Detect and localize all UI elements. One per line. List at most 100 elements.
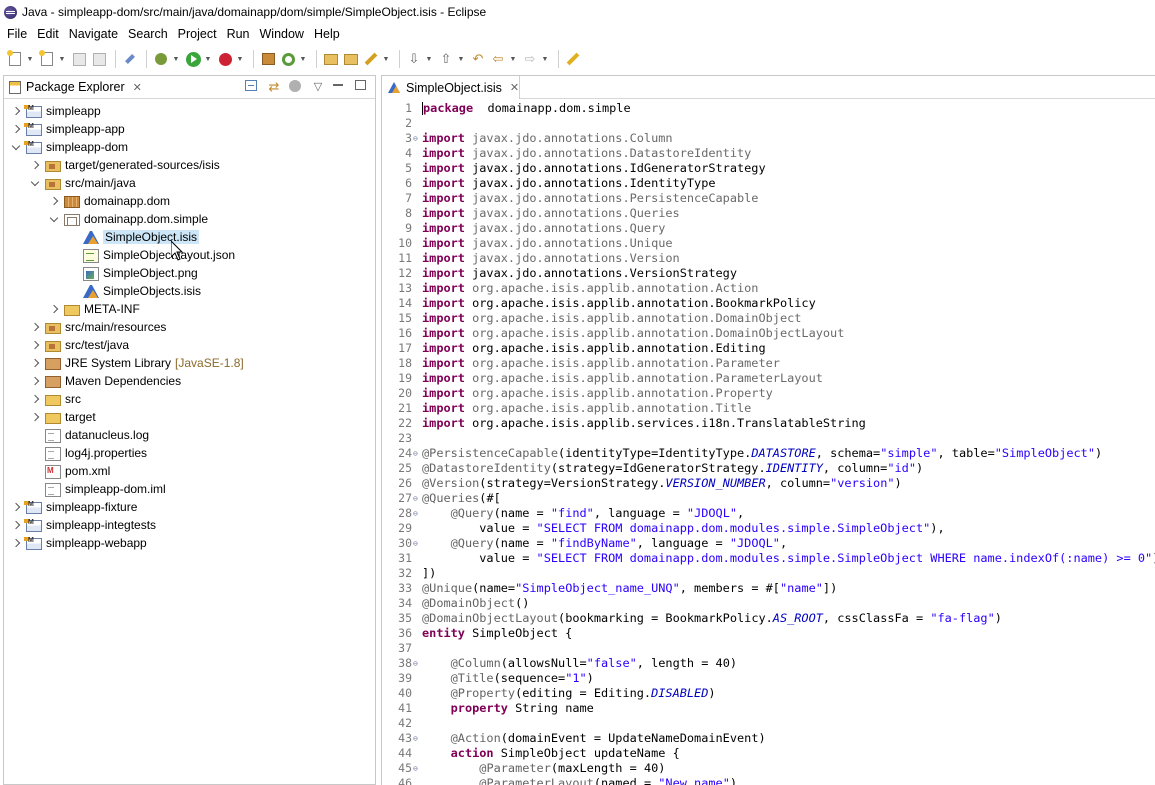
menu-edit[interactable]: Edit — [32, 27, 64, 41]
fold-toggle-icon[interactable]: ⊖ — [413, 731, 421, 746]
new-class-icon[interactable] — [279, 50, 297, 68]
tree-item[interactable]: simpleapp-integtests — [10, 516, 156, 534]
menu-help[interactable]: Help — [309, 27, 345, 41]
tree-item[interactable]: JRE System Library [JavaSE-1.8] — [29, 354, 244, 372]
tree-item[interactable]: target/generated-sources/isis — [29, 156, 220, 174]
new-dropdown-icon[interactable]: ▼ — [26, 56, 34, 63]
tree-item[interactable]: SimpleObject.layout.json — [67, 246, 235, 264]
collapsed-arrow-icon[interactable] — [29, 408, 41, 426]
collapsed-arrow-icon[interactable] — [10, 498, 22, 516]
previous-annotation-dropdown-icon[interactable]: ▼ — [457, 56, 465, 63]
skip-breakpoints-icon[interactable] — [121, 50, 139, 68]
expanded-arrow-icon[interactable] — [48, 210, 60, 228]
save-all-icon[interactable] — [90, 50, 108, 68]
search-dropdown-icon[interactable]: ▼ — [382, 56, 390, 63]
external-tools-dropdown-icon[interactable]: ▼ — [236, 56, 244, 63]
tree-item[interactable]: src/test/java — [29, 336, 129, 354]
debug-icon[interactable] — [152, 50, 170, 68]
run-icon[interactable] — [184, 50, 202, 68]
fold-toggle-icon[interactable]: ⊖ — [413, 491, 421, 506]
close-icon[interactable]: ✕ — [510, 81, 519, 94]
collapsed-arrow-icon[interactable] — [29, 354, 41, 372]
code-editor[interactable]: 1 package domainapp.dom.simple 2 3 ⊖ import j… — [382, 101, 1155, 785]
next-annotation-dropdown-icon[interactable]: ▼ — [425, 56, 433, 63]
tree-item[interactable]: simpleapp-dom — [10, 138, 128, 156]
forward-icon[interactable]: ⇨ — [521, 50, 539, 68]
debug-dropdown-icon[interactable]: ▼ — [172, 56, 180, 63]
maximize-icon[interactable] — [355, 80, 369, 94]
last-edit-location-icon[interactable]: ↶ — [469, 50, 487, 68]
menu-run[interactable]: Run — [222, 27, 255, 41]
link-with-editor-icon[interactable]: ⇄ — [267, 80, 281, 94]
run-dropdown-icon[interactable]: ▼ — [204, 56, 212, 63]
fold-toggle-icon[interactable]: ⊖ — [413, 446, 421, 461]
new-icon[interactable] — [6, 50, 24, 68]
collapsed-arrow-icon[interactable] — [29, 156, 41, 174]
save-icon[interactable] — [70, 50, 88, 68]
menu-navigate[interactable]: Navigate — [64, 27, 123, 41]
expanded-arrow-icon[interactable] — [29, 174, 41, 192]
tree-item[interactable]: simpleapp-app — [10, 120, 125, 138]
collapsed-arrow-icon[interactable] — [10, 534, 22, 552]
tree-item[interactable]: Maven Dependencies — [29, 372, 181, 390]
tree-item[interactable]: domainapp.dom — [48, 192, 170, 210]
search-icon[interactable] — [362, 50, 380, 68]
open-type-icon[interactable] — [38, 50, 56, 68]
tree-item[interactable]: domainapp.dom.simple — [48, 210, 208, 228]
tree-item[interactable]: src/main/resources — [29, 318, 166, 336]
tab-package-explorer[interactable]: Package Explorer ✕ — [4, 76, 142, 99]
menu-file[interactable]: File — [2, 27, 32, 41]
open-dropdown-icon[interactable]: ▼ — [58, 56, 66, 63]
tree-item[interactable]: datanucleus.log — [29, 426, 149, 444]
tree-item[interactable]: src/main/java — [29, 174, 136, 192]
fold-toggle-icon[interactable]: ⊖ — [413, 131, 421, 146]
tree-item[interactable]: log4j.properties — [29, 444, 147, 462]
tree-item[interactable]: simpleapp — [10, 102, 101, 120]
tree-item[interactable]: simpleapp-fixture — [10, 498, 137, 516]
tree-item[interactable]: simpleapp-webapp — [10, 534, 147, 552]
collapsed-arrow-icon[interactable] — [10, 102, 22, 120]
tree-item[interactable]: target — [29, 408, 96, 426]
previous-annotation-icon[interactable]: ⇧ — [437, 50, 455, 68]
new-class-dropdown-icon[interactable]: ▼ — [299, 56, 307, 63]
next-annotation-icon[interactable]: ⇩ — [405, 50, 423, 68]
tree-item[interactable]: pom.xml — [29, 462, 110, 480]
tree-item[interactable]: META-INF — [48, 300, 140, 318]
tab-simpleobject-isis[interactable]: SimpleObject.isis ✕ — [382, 76, 520, 99]
new-package-icon[interactable] — [259, 50, 277, 68]
close-icon[interactable]: ✕ — [133, 81, 142, 94]
code-line: 39 @Title(sequence="1") — [382, 671, 1155, 686]
fold-toggle-icon[interactable]: ⊖ — [413, 761, 421, 776]
collapsed-arrow-icon[interactable] — [29, 318, 41, 336]
collapsed-arrow-icon[interactable] — [29, 372, 41, 390]
tree-item[interactable]: simpleapp-dom.iml — [29, 480, 166, 498]
expanded-arrow-icon[interactable] — [10, 138, 22, 156]
fold-toggle-icon[interactable]: ⊖ — [413, 536, 421, 551]
code-text: import javax.jdo.annotations.VersionStra… — [422, 266, 737, 281]
collapsed-arrow-icon[interactable] — [29, 390, 41, 408]
menu-search[interactable]: Search — [123, 27, 173, 41]
external-tools-icon[interactable] — [216, 50, 234, 68]
collapse-all-icon[interactable] — [245, 80, 259, 94]
collapsed-arrow-icon[interactable] — [10, 516, 22, 534]
filter-icon[interactable] — [289, 80, 303, 94]
menu-project[interactable]: Project — [173, 27, 222, 41]
menu-window[interactable]: Window — [255, 27, 309, 41]
forward-dropdown-icon[interactable]: ▼ — [541, 56, 549, 63]
back-icon[interactable]: ⇦ — [489, 50, 507, 68]
collapsed-arrow-icon[interactable] — [10, 120, 22, 138]
collapsed-arrow-icon[interactable] — [29, 336, 41, 354]
fold-toggle-icon[interactable]: ⊖ — [413, 656, 421, 671]
tree-item[interactable]: SimpleObject.png — [67, 264, 198, 282]
tree-item[interactable]: SimpleObjects.isis — [67, 282, 201, 300]
pin-editor-icon[interactable] — [564, 50, 582, 68]
tree-item[interactable]: src — [29, 390, 81, 408]
back-dropdown-icon[interactable]: ▼ — [509, 56, 517, 63]
collapsed-arrow-icon[interactable] — [48, 300, 60, 318]
view-menu-icon[interactable]: ▽ — [311, 80, 325, 94]
fold-toggle-icon[interactable]: ⊖ — [413, 506, 421, 521]
minimize-icon[interactable] — [333, 80, 347, 94]
open-type-folder-icon[interactable] — [322, 50, 340, 68]
open-task-icon[interactable] — [342, 50, 360, 68]
collapsed-arrow-icon[interactable] — [48, 192, 60, 210]
